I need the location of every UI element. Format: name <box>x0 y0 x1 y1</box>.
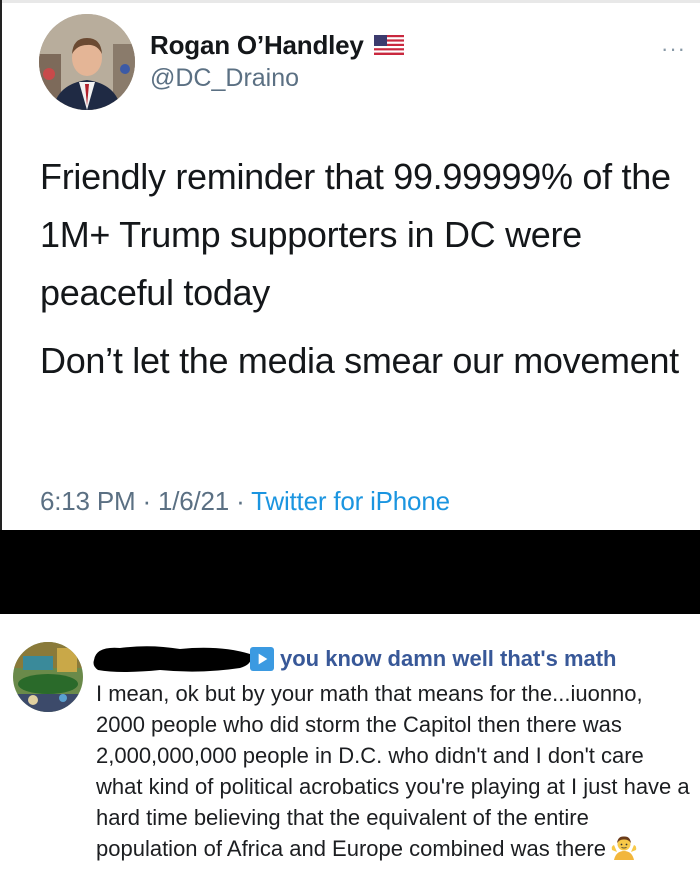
meta-separator: · <box>142 486 151 516</box>
comment-text: I mean, ok but by your math that means f… <box>96 681 690 861</box>
meta-separator: · <box>236 486 245 516</box>
play-button-icon <box>250 647 274 671</box>
tweet-paragraph: Friendly reminder that 99.99999% of the … <box>40 156 671 313</box>
comment-avatar[interactable] <box>13 642 83 712</box>
tweet-source-link[interactable]: Twitter for iPhone <box>251 486 450 516</box>
tweet-card: Rogan O’Handley @DC_Draino ··· Friendly … <box>0 0 700 530</box>
tweet-avatar[interactable] <box>39 14 135 110</box>
us-flag-icon <box>373 35 404 55</box>
tweet-time[interactable]: 6:13 PM <box>40 486 136 516</box>
display-name[interactable]: Rogan O’Handley <box>150 30 364 61</box>
tweet-paragraph: Don’t let the media smear our movement <box>40 340 679 381</box>
comment-body: I mean, ok but by your math that means f… <box>96 678 696 864</box>
reply-text: you know damn well that's math <box>280 646 617 671</box>
more-options-icon[interactable]: ··· <box>661 36 686 62</box>
person-shrugging-emoji-icon <box>610 834 638 862</box>
reply-quote: you know damn well that's math <box>250 646 617 672</box>
tweet-date[interactable]: 1/6/21 <box>158 486 229 516</box>
tweet-meta: 6:13 PM · 1/6/21 · Twitter for iPhone <box>40 486 450 517</box>
user-handle[interactable]: @DC_Draino <box>150 64 299 93</box>
tweet-text: Friendly reminder that 99.99999% of the … <box>40 148 690 390</box>
top-divider <box>2 0 700 3</box>
redacted-commenter-name <box>90 640 254 676</box>
redaction-bar <box>0 530 700 614</box>
